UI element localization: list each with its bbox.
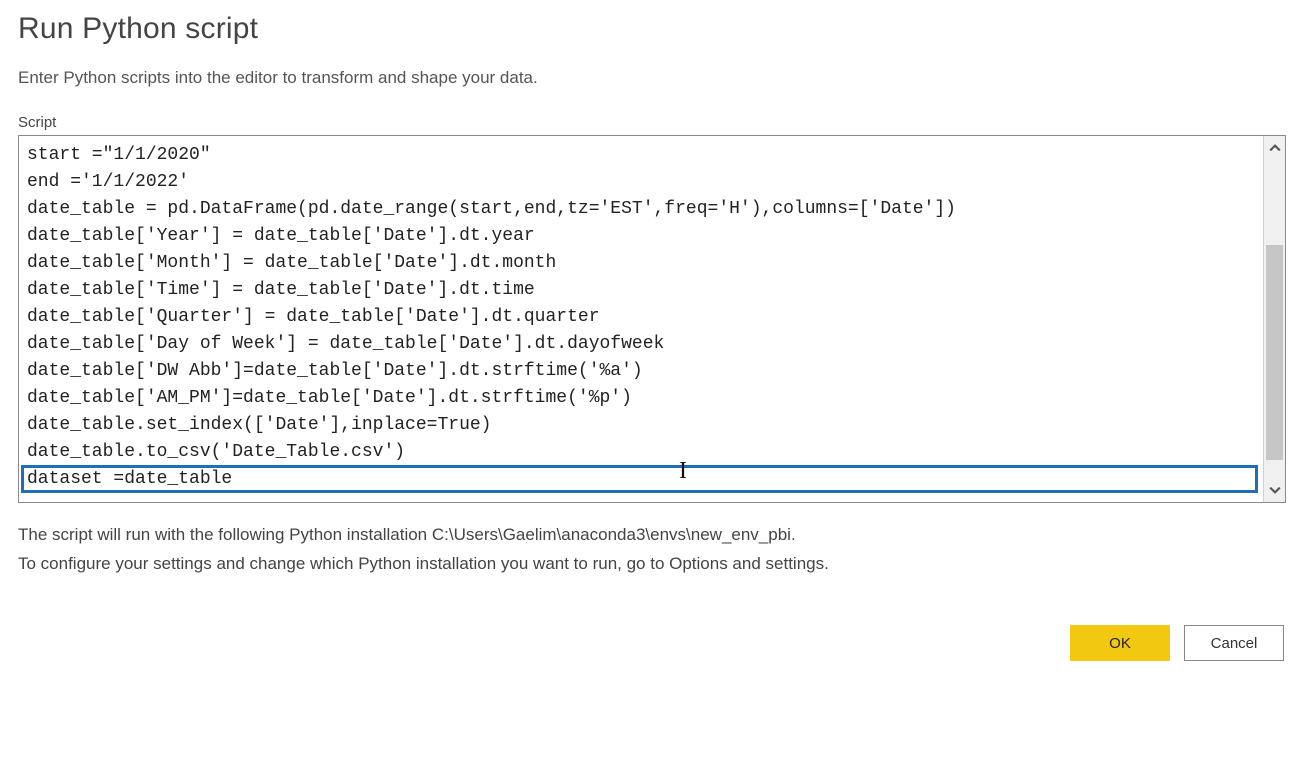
- script-editor[interactable]: start ="1/1/2020"end ='1/1/2022'date_tab…: [19, 136, 1263, 502]
- scrollbar-thumb[interactable]: [1266, 245, 1283, 460]
- info-text: The script will run with the following P…: [18, 521, 1286, 577]
- chevron-down-icon: [1269, 484, 1281, 496]
- cancel-button[interactable]: Cancel: [1184, 625, 1284, 661]
- script-line: dataset =date_table: [27, 466, 1253, 493]
- scroll-down-button[interactable]: [1264, 478, 1285, 502]
- script-line: date_table['AM_PM']=date_table['Date'].d…: [27, 385, 1253, 412]
- script-line: date_table.set_index(['Date'],inplace=Tr…: [27, 412, 1253, 439]
- button-row: OK Cancel: [18, 625, 1286, 661]
- script-line: end ='1/1/2022': [27, 169, 1253, 196]
- script-line: start ="1/1/2020": [27, 142, 1253, 169]
- script-line: date_table['DW Abb']=date_table['Date'].…: [27, 358, 1253, 385]
- dialog-title: Run Python script: [18, 12, 1286, 46]
- highlighted-script-line: dataset =date_table: [27, 466, 1253, 493]
- ok-button[interactable]: OK: [1070, 625, 1170, 661]
- script-line: date_table['Time'] = date_table['Date'].…: [27, 277, 1253, 304]
- script-label: Script: [18, 114, 1286, 131]
- script-line: date_table = pd.DataFrame(pd.date_range(…: [27, 196, 1253, 223]
- chevron-up-icon: [1269, 142, 1281, 154]
- info-line-2: To configure your settings and change wh…: [18, 550, 1286, 577]
- script-line: date_table['Year'] = date_table['Date'].…: [27, 223, 1253, 250]
- script-editor-container: start ="1/1/2020"end ='1/1/2022'date_tab…: [18, 135, 1286, 503]
- info-line-1: The script will run with the following P…: [18, 521, 1286, 548]
- dialog-subtitle: Enter Python scripts into the editor to …: [18, 68, 1286, 88]
- script-line: date_table['Quarter'] = date_table['Date…: [27, 304, 1253, 331]
- scrollbar-track[interactable]: [1264, 160, 1285, 478]
- scroll-up-button[interactable]: [1264, 136, 1285, 160]
- scrollbar[interactable]: [1263, 136, 1285, 502]
- script-line: date_table['Month'] = date_table['Date']…: [27, 250, 1253, 277]
- script-line: date_table['Day of Week'] = date_table['…: [27, 331, 1253, 358]
- script-line: date_table.to_csv('Date_Table.csv'): [27, 439, 1253, 466]
